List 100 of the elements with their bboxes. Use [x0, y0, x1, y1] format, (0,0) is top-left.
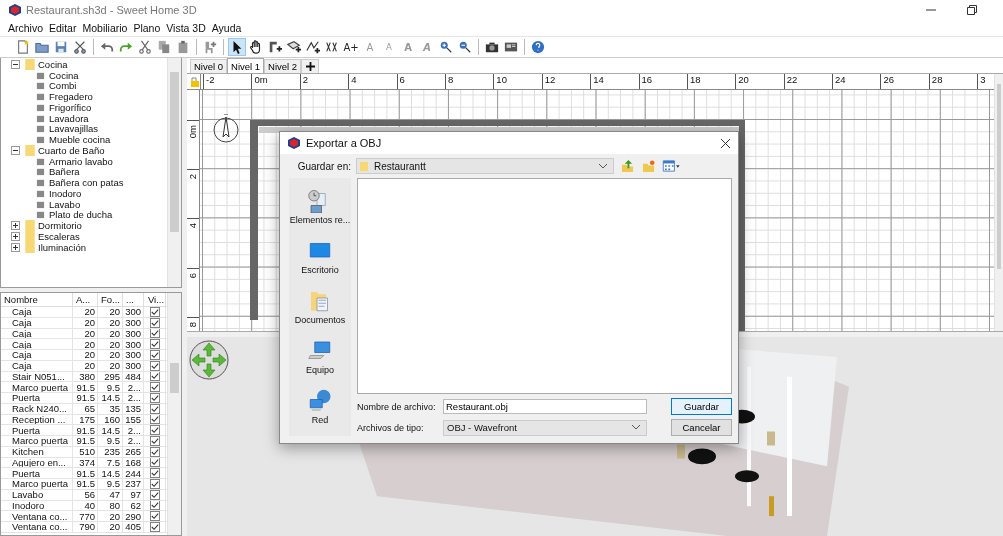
folder-icon — [35, 40, 49, 54]
category-item[interactable]: Escaleras — [11, 231, 167, 242]
visible-checkbox[interactable] — [149, 403, 160, 414]
catalog-item[interactable]: Frigorífico — [11, 102, 167, 113]
scrollbar[interactable] — [167, 293, 181, 535]
place-item[interactable]: Elementos re... — [289, 189, 351, 225]
visible-checkbox[interactable] — [149, 425, 160, 435]
catalog-item[interactable]: Fregadero — [11, 91, 167, 102]
visible-checkbox[interactable] — [149, 446, 160, 457]
ruler-label: 0m — [187, 125, 199, 139]
column-header[interactable]: Nombre — [1, 293, 73, 306]
catalog-item[interactable]: Inodoro — [11, 188, 167, 199]
place-item[interactable]: Escritorio — [289, 239, 351, 275]
up-folder-button[interactable] — [619, 158, 635, 174]
folder-icon — [25, 144, 35, 156]
visible-checkbox[interactable] — [149, 489, 160, 500]
catalog-item[interactable]: Plato de ducha — [11, 209, 167, 221]
catalog-item[interactable]: Lavavajillas — [11, 123, 167, 135]
catalog-item[interactable]: Bañera — [11, 166, 167, 178]
visible-checkbox[interactable] — [149, 436, 160, 446]
category-item[interactable]: Iluminación — [11, 241, 167, 253]
catalog-item[interactable]: Lavadora — [11, 112, 167, 124]
filename-field[interactable]: Restaurant.obj — [443, 399, 647, 414]
scrollbar-thumb[interactable] — [997, 84, 1001, 269]
pointer-button[interactable] — [228, 38, 246, 56]
catalog-item[interactable]: Armario lavabo — [11, 155, 167, 167]
view-menu-button[interactable] — [661, 158, 681, 174]
scissors-icon — [73, 40, 87, 54]
menu-item[interactable]: Mobiliario — [82, 22, 128, 34]
catalog-item[interactable]: Combi — [11, 80, 167, 92]
visible-checkbox[interactable] — [149, 382, 160, 392]
scissors-icon — [138, 40, 152, 54]
level-tab[interactable]: Nivel 2 — [264, 59, 302, 73]
menu-item[interactable]: Ayuda — [211, 22, 242, 34]
add-level-button[interactable] — [301, 59, 320, 73]
help-icon — [531, 40, 545, 54]
visible-checkbox[interactable] — [149, 339, 160, 349]
visible-checkbox[interactable] — [149, 414, 160, 425]
file-type-dropdown[interactable]: OBJ - Wavefront — [443, 419, 647, 436]
scrollbar-thumb[interactable] — [170, 72, 179, 232]
category-item[interactable]: Cuarto de Baño — [11, 145, 167, 156]
expander-icon[interactable] — [11, 242, 20, 252]
menu-item[interactable]: Vista 3D — [166, 22, 206, 34]
visible-checkbox[interactable] — [149, 468, 160, 478]
table-cell: 160 — [98, 414, 123, 425]
visible-checkbox[interactable] — [149, 500, 160, 511]
scrollbar[interactable] — [994, 74, 1003, 331]
menu-item[interactable]: Plano — [133, 22, 161, 34]
close-icon[interactable] — [721, 138, 730, 148]
place-item[interactable]: Red — [289, 389, 351, 425]
visible-checkbox[interactable] — [149, 511, 160, 521]
level-tab[interactable]: Nivel 0 — [190, 59, 228, 73]
table-cell: 91.5 — [73, 382, 98, 392]
restore-icon[interactable] — [967, 5, 977, 15]
place-item[interactable]: Documentos — [289, 289, 351, 325]
ruler-label: 4 — [187, 223, 199, 229]
column-header[interactable]: Fo... — [98, 293, 123, 306]
text-tool-button[interactable]: A+ — [342, 38, 360, 56]
new-folder-button[interactable] — [640, 158, 656, 174]
table-cell: 2... — [123, 425, 144, 435]
catalog-item[interactable]: Mueble cocina — [11, 134, 167, 145]
cancel-button[interactable]: Cancelar — [671, 419, 732, 436]
visible-checkbox[interactable] — [149, 522, 160, 532]
save-button[interactable]: Guardar — [671, 398, 732, 415]
expander-icon[interactable] — [11, 59, 20, 69]
visible-checkbox[interactable] — [149, 328, 160, 339]
help-button[interactable] — [529, 38, 547, 56]
column-header[interactable]: A... — [73, 293, 98, 306]
visible-checkbox[interactable] — [149, 457, 160, 468]
scrollbar[interactable] — [167, 58, 181, 287]
catalog-item[interactable]: Cocina — [11, 69, 167, 81]
name-cell: Caja — [1, 307, 73, 317]
folder-dropdown[interactable]: Restaurantt — [356, 158, 614, 174]
app-icon — [288, 137, 300, 149]
menu-item[interactable]: Editar — [49, 22, 77, 34]
navigation-arrows-icon[interactable] — [189, 340, 229, 380]
column-header[interactable]: Vi... — [144, 293, 166, 306]
expander-icon[interactable] — [11, 221, 20, 231]
scissors-button[interactable] — [136, 38, 154, 56]
expander-icon[interactable] — [11, 145, 20, 155]
visible-checkbox[interactable] — [149, 371, 160, 382]
category-item[interactable]: Dormitorio — [11, 220, 167, 231]
menu-item[interactable]: Archivo — [8, 22, 43, 34]
level-tab[interactable]: Nivel 1 — [227, 58, 265, 73]
table-cell: 35 — [98, 403, 123, 414]
visible-checkbox[interactable] — [149, 360, 160, 371]
visible-checkbox[interactable] — [149, 393, 160, 403]
table-cell: 300 — [123, 350, 144, 360]
place-item[interactable]: Equipo — [289, 339, 351, 375]
visible-checkbox[interactable] — [149, 479, 160, 489]
visible-checkbox[interactable] — [149, 307, 160, 317]
catalog-item[interactable]: Lavabo — [11, 198, 167, 210]
visible-checkbox[interactable] — [149, 350, 160, 360]
name-cell: Caja — [1, 317, 73, 328]
visible-checkbox[interactable] — [149, 317, 160, 328]
scrollbar-thumb[interactable] — [170, 363, 179, 393]
column-header[interactable]: ... — [123, 293, 144, 306]
catalog-item[interactable]: Bañera con patas — [11, 177, 167, 188]
expander-icon[interactable] — [11, 231, 20, 241]
category-item[interactable]: Cocina — [11, 59, 167, 70]
